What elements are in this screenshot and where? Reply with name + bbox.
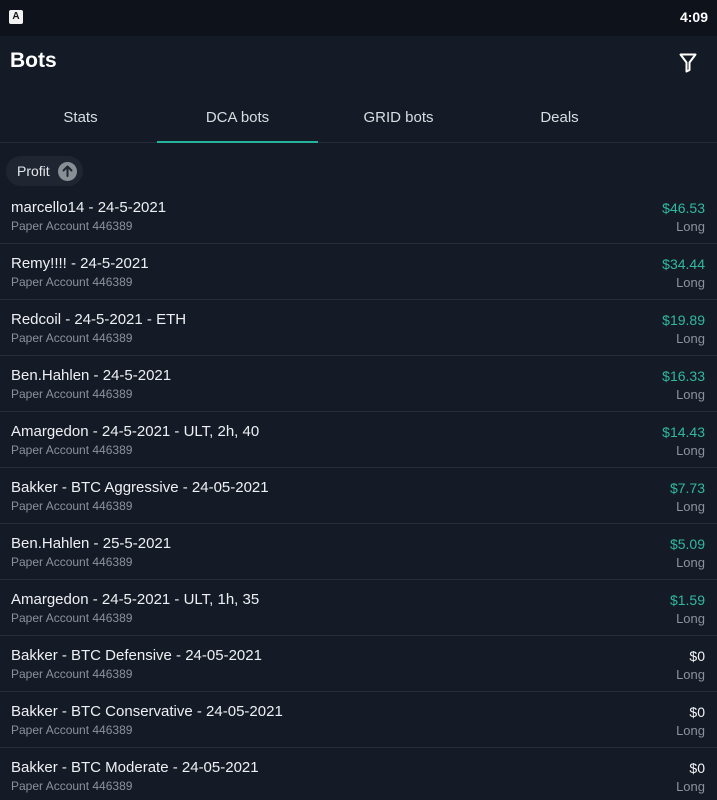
bot-account: Paper Account 446389 [11,611,133,625]
bot-account: Paper Account 446389 [11,555,133,569]
bot-account: Paper Account 446389 [11,219,133,233]
bot-side: Long [676,611,705,626]
arrow-up-icon [57,161,77,181]
filter-button[interactable] [675,50,701,76]
bot-row[interactable]: Bakker - BTC Aggressive - 24-05-2021 Pape… [0,468,717,524]
bot-side: Long [676,275,705,290]
bot-side: Long [676,667,705,682]
sort-row: Profit [0,143,717,186]
filter-icon [679,53,697,73]
app-header: Bots [0,36,717,96]
bot-row[interactable]: marcello14 - 24-5-2021 Paper Account 4463… [0,188,717,244]
bot-profit: $5.09 [669,536,705,552]
bot-account: Paper Account 446389 [11,667,133,681]
bot-name: Amargedon - 24-5-2021 - ULT, 1h, 35 [11,591,260,608]
bot-name: Remy!!!! - 24-5-2021 [11,255,149,272]
bot-account: Paper Account 446389 [11,779,133,793]
tab-stats[interactable]: Stats [0,96,161,143]
bot-account: Paper Account 446389 [11,275,133,289]
bot-account: Paper Account 446389 [11,331,133,345]
tab-grid-bots[interactable]: GRID bots [318,96,479,143]
status-bar: A 4:09 [0,0,717,36]
bot-side: Long [676,723,705,738]
bot-name: Redcoil - 24-5-2021 - ETH [11,311,187,328]
bot-name: Bakker - BTC Conservative - 24-05-2021 [11,703,283,720]
bot-row[interactable]: Remy!!!! - 24-5-2021 Paper Account 446389… [0,244,717,300]
bot-profit: $0 [689,648,705,664]
tab-deals[interactable]: Deals [479,96,640,143]
bot-profit: $0 [689,704,705,720]
bot-profit: $46.53 [662,200,705,216]
bot-row[interactable]: Bakker - BTC Moderate - 24-05-2021 Paper … [0,748,717,800]
tab-bar: Stats DCA bots GRID bots Deals [0,96,717,143]
bot-name: Ben.Hahlen - 25-5-2021 [11,535,172,552]
bot-row[interactable]: Bakker - BTC Defensive - 24-05-2021 Paper… [0,636,717,692]
bot-side: Long [676,443,705,458]
bot-side: Long [676,331,705,346]
bot-row[interactable]: Redcoil - 24-5-2021 - ETH Paper Account 4… [0,300,717,356]
tab-dca-bots[interactable]: DCA bots [157,96,318,143]
bot-row[interactable]: Ben.Hahlen - 24-5-2021 Paper Account 4463… [0,356,717,412]
bot-account: Paper Account 446389 [11,387,133,401]
bot-name: Amargedon - 24-5-2021 - ULT, 2h, 40 [11,423,260,440]
bot-account: Paper Account 446389 [11,499,133,513]
bot-profit: $7.73 [669,480,705,496]
bot-list: marcello14 - 24-5-2021 Paper Account 4463… [0,188,717,800]
bot-profit: $34.44 [662,256,705,272]
bot-profit: $14.43 [662,424,705,440]
bot-account: Paper Account 446389 [11,723,133,737]
bot-profit: $16.33 [662,368,705,384]
bot-name: Bakker - BTC Aggressive - 24-05-2021 [11,479,269,496]
bot-side: Long [676,499,705,514]
bot-profit: $0 [689,760,705,776]
bot-profit: $1.59 [669,592,705,608]
bot-account: Paper Account 446389 [11,443,133,457]
status-time: 4:09 [679,9,708,25]
bot-name: Bakker - BTC Defensive - 24-05-2021 [11,647,262,664]
page-title: Bots [10,49,57,72]
bot-name: marcello14 - 24-5-2021 [11,199,167,216]
bot-side: Long [676,779,705,794]
bot-name: Ben.Hahlen - 24-5-2021 [11,367,172,384]
bot-row[interactable]: Bakker - BTC Conservative - 24-05-2021 Pa… [0,692,717,748]
bot-side: Long [676,387,705,402]
bot-row[interactable]: Amargedon - 24-5-2021 - ULT, 2h, 40 Paper… [0,412,717,468]
sort-profit-chip[interactable]: Profit [6,156,83,186]
sort-label: Profit [17,163,50,179]
app-notification-icon: A [9,10,23,24]
bot-side: Long [676,219,705,234]
bot-side: Long [676,555,705,570]
bot-row[interactable]: Ben.Hahlen - 25-5-2021 Paper Account 4463… [0,524,717,580]
bot-row[interactable]: Amargedon - 24-5-2021 - ULT, 1h, 35 Paper… [0,580,717,636]
bot-name: Bakker - BTC Moderate - 24-05-2021 [11,759,259,776]
bot-profit: $19.89 [662,312,705,328]
